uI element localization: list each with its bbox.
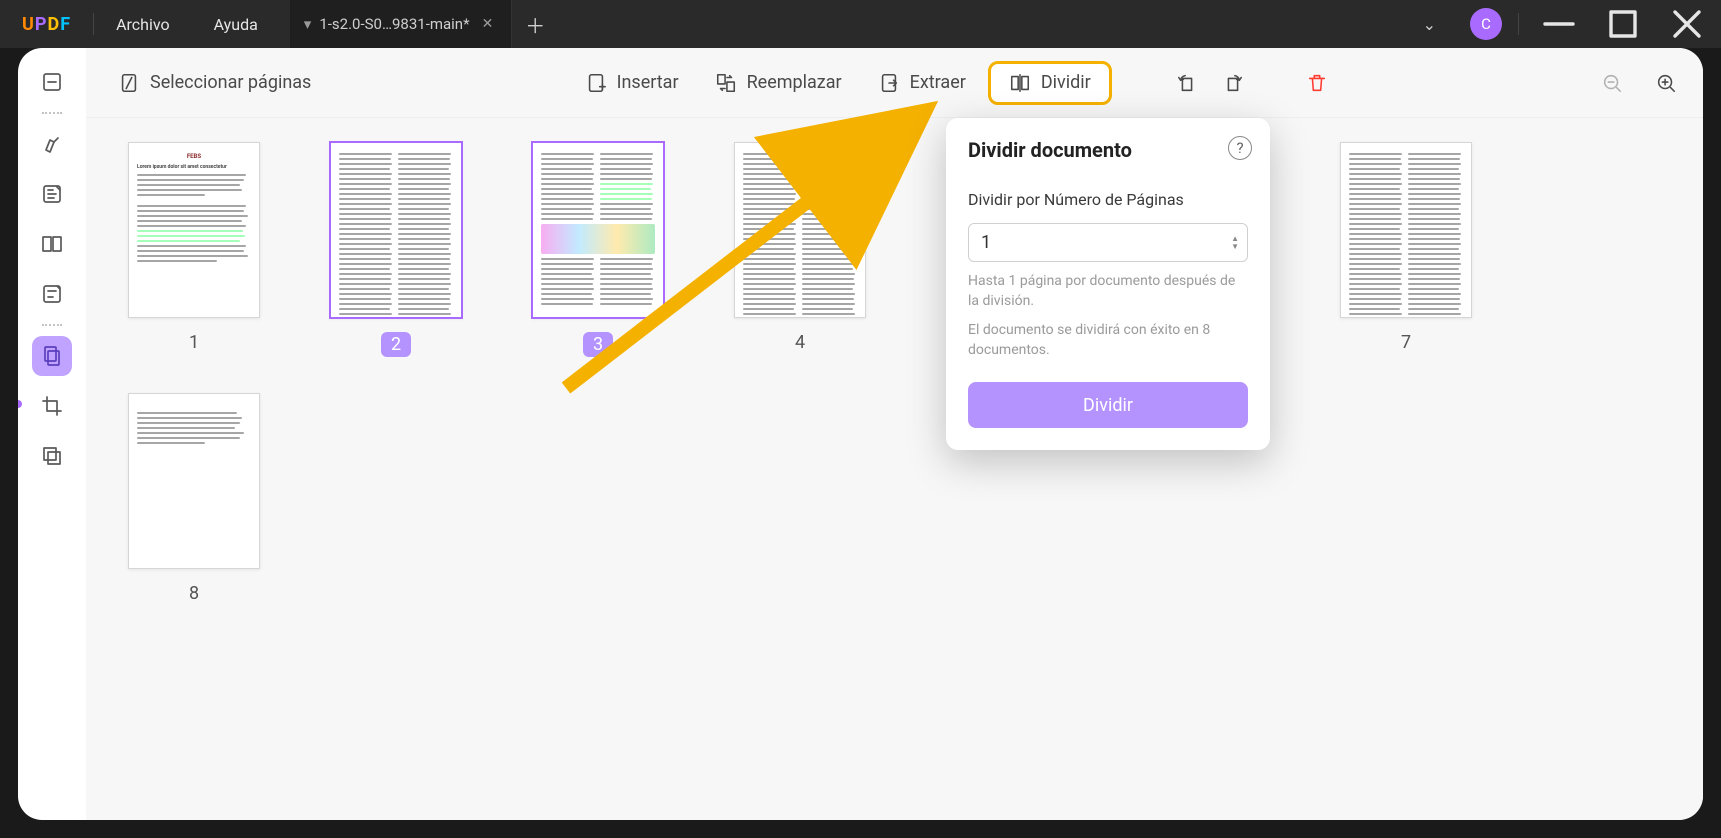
divider <box>1518 13 1519 35</box>
help-icon[interactable]: ? <box>1228 136 1252 160</box>
pages-grid[interactable]: FEBS Lorem ipsum dolor sit amet consecte… <box>86 118 1703 820</box>
page-number: 3 <box>583 332 613 357</box>
menu-ayuda[interactable]: Ayuda <box>192 15 280 34</box>
page-thumbnail[interactable]: 2 <box>306 142 486 357</box>
tab-close-icon[interactable]: ✕ <box>478 14 498 34</box>
highlight-icon[interactable] <box>32 124 72 164</box>
page-number: 2 <box>381 332 411 357</box>
crop-icon[interactable] <box>32 386 72 426</box>
pages-number-input-wrap: ▲▼ <box>968 223 1248 262</box>
split-button[interactable]: Dividir <box>988 61 1112 105</box>
page-number: 1 <box>189 332 199 353</box>
organize-pages-icon[interactable] <box>32 336 72 376</box>
sidebar <box>18 48 86 820</box>
sidebar-separator <box>42 112 62 114</box>
thumbnail-image[interactable] <box>734 142 866 318</box>
popup-split-button[interactable]: Dividir <box>968 382 1248 428</box>
window-close-icon[interactable] <box>1663 0 1711 48</box>
zoom-out-button[interactable] <box>1593 64 1631 102</box>
chevron-down-icon[interactable]: ⌄ <box>1415 15 1454 34</box>
thumbnail-image[interactable] <box>532 142 664 318</box>
delete-button[interactable] <box>1298 64 1336 102</box>
insert-button[interactable]: Insertar <box>571 64 693 102</box>
page-thumbnail[interactable]: FEBS Lorem ipsum dolor sit amet consecte… <box>104 142 284 357</box>
window-maximize-icon[interactable] <box>1599 0 1647 48</box>
app-logo: UPDF <box>0 14 93 35</box>
pages-toolbar: Seleccionar páginas Insertar Reemplazar … <box>86 48 1703 118</box>
thumbnail-image[interactable] <box>128 393 260 569</box>
spinner[interactable]: ▲▼ <box>1231 235 1239 251</box>
document-tab[interactable]: ▾ 1-s2.0-S0…9831-main* ✕ <box>290 0 513 48</box>
page-number: 8 <box>189 583 199 604</box>
spin-down-icon[interactable]: ▼ <box>1231 243 1239 251</box>
window-minimize-icon[interactable] <box>1535 0 1583 48</box>
popup-field-label: Dividir por Número de Páginas <box>968 190 1248 209</box>
zoom-controls <box>1593 64 1685 102</box>
page-thumbnail[interactable]: 7 <box>1316 142 1496 357</box>
rotate-left-button[interactable] <box>1168 64 1206 102</box>
sidebar-indicator <box>18 400 22 408</box>
pages-number-input[interactable] <box>981 232 1231 253</box>
tab-title: 1-s2.0-S0…9831-main* <box>319 15 469 33</box>
extract-label: Extraer <box>910 72 966 93</box>
zoom-in-button[interactable] <box>1647 64 1685 102</box>
menu-archivo[interactable]: Archivo <box>94 15 192 34</box>
tab-dropdown-icon[interactable]: ▾ <box>304 15 312 33</box>
layers-icon[interactable] <box>32 436 72 476</box>
popup-hint-1: Hasta 1 página por documento después de … <box>968 272 1248 311</box>
page-thumbnail[interactable]: 4 <box>710 142 890 357</box>
page-thumbnail[interactable]: 3 <box>508 142 688 357</box>
reader-mode-icon[interactable] <box>32 62 72 102</box>
select-pages-label: Seleccionar páginas <box>150 72 311 93</box>
form-icon[interactable] <box>32 274 72 314</box>
page-thumbnail[interactable]: 8 <box>104 393 284 604</box>
user-avatar[interactable]: C <box>1470 8 1502 40</box>
extract-button[interactable]: Extraer <box>864 64 980 102</box>
thumbnail-image[interactable] <box>1340 142 1472 318</box>
page-number: 4 <box>795 332 805 353</box>
select-pages-button[interactable]: Seleccionar páginas <box>104 64 325 102</box>
titlebar-right: ⌄ C <box>1415 0 1721 48</box>
sidebar-separator <box>42 324 62 326</box>
popup-hint-2: El documento se dividirá con éxito en 8 … <box>968 321 1248 360</box>
thumbnail-image[interactable] <box>330 142 462 318</box>
thumbnail-image[interactable]: FEBS Lorem ipsum dolor sit amet consecte… <box>128 142 260 318</box>
replace-button[interactable]: Reemplazar <box>701 64 856 102</box>
two-page-icon[interactable] <box>32 224 72 264</box>
page-number: 7 <box>1401 332 1411 353</box>
replace-label: Reemplazar <box>747 72 842 93</box>
rotate-right-button[interactable] <box>1214 64 1252 102</box>
tab-bar: ▾ 1-s2.0-S0…9831-main* ✕ ＋ <box>290 0 559 48</box>
popup-title: Dividir documento <box>968 138 1248 162</box>
new-tab-button[interactable]: ＋ <box>512 0 558 48</box>
insert-label: Insertar <box>617 72 679 93</box>
split-popup: Dividir documento ? Dividir por Número d… <box>946 118 1270 450</box>
titlebar: UPDF Archivo Ayuda ▾ 1-s2.0-S0…9831-main… <box>0 0 1721 48</box>
split-label: Dividir <box>1041 72 1091 93</box>
main-area: Seleccionar páginas Insertar Reemplazar … <box>86 48 1703 820</box>
edit-text-icon[interactable] <box>32 174 72 214</box>
workspace: Seleccionar páginas Insertar Reemplazar … <box>18 48 1703 820</box>
